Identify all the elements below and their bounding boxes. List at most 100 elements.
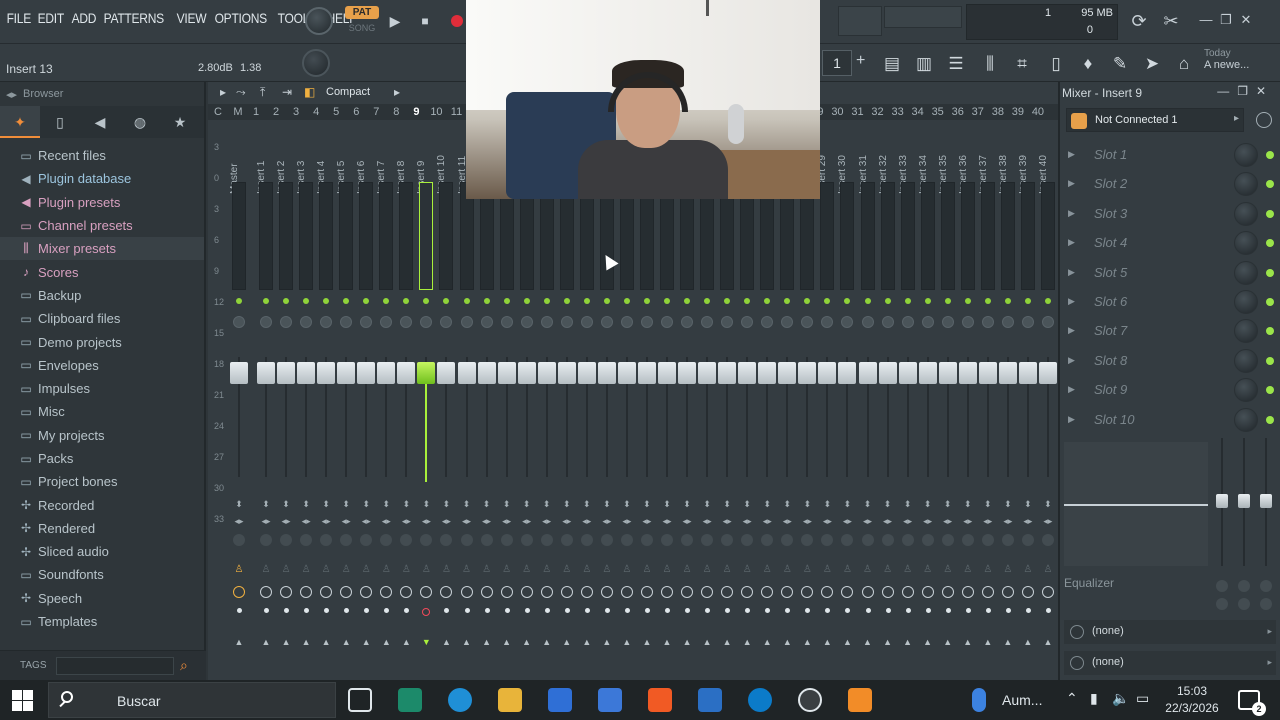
input-mic-icon[interactable]: ♙ bbox=[601, 564, 613, 578]
search-icon[interactable]: ⌕ bbox=[180, 657, 188, 674]
stereo-separation-icon[interactable]: ⬍ bbox=[781, 500, 793, 509]
playlist-icon[interactable]: ▤ bbox=[878, 50, 906, 78]
stereo-knob[interactable] bbox=[420, 534, 433, 546]
record-arm-dot[interactable] bbox=[284, 608, 290, 613]
input-mic-icon[interactable]: ♙ bbox=[1002, 564, 1014, 578]
stereo-knob[interactable] bbox=[540, 534, 553, 546]
stereo-knob[interactable] bbox=[560, 534, 573, 546]
latency-icon[interactable] bbox=[640, 586, 653, 598]
input-mic-icon[interactable]: ♙ bbox=[962, 564, 974, 578]
file-icon[interactable]: ▯ bbox=[1042, 50, 1070, 78]
pan-knob[interactable] bbox=[801, 316, 814, 328]
phase-icon[interactable]: ◂▸ bbox=[620, 516, 634, 526]
route-arrow-icon[interactable]: ▲ bbox=[502, 638, 512, 647]
track-enable-led[interactable] bbox=[363, 298, 370, 304]
route-arrow-icon[interactable]: ▲ bbox=[602, 638, 612, 647]
slot-enable-led[interactable] bbox=[1266, 386, 1274, 395]
track-enable-led[interactable] bbox=[1004, 298, 1011, 304]
pan-knob[interactable] bbox=[1001, 316, 1014, 328]
volume-fader[interactable] bbox=[718, 362, 737, 384]
phase-icon[interactable]: ◂▸ bbox=[279, 516, 293, 526]
effect-slot[interactable]: ▶ Slot 7 bbox=[1060, 316, 1280, 345]
effect-slot[interactable]: ▶ Slot 4 bbox=[1060, 228, 1280, 257]
volume-fader[interactable] bbox=[357, 362, 376, 384]
record-arm-dot[interactable] bbox=[1025, 608, 1031, 613]
effect-slot[interactable]: ▶ Slot 5 bbox=[1060, 258, 1280, 287]
track-enable-led[interactable] bbox=[283, 298, 290, 304]
route-arrow-icon[interactable]: ▲ bbox=[341, 638, 351, 647]
latency-icon[interactable] bbox=[480, 586, 493, 598]
route-arrow-icon[interactable]: ▲ bbox=[381, 638, 391, 647]
volume-fader[interactable] bbox=[637, 362, 656, 384]
record-arm-dot[interactable] bbox=[324, 608, 330, 613]
record-arm-dot[interactable] bbox=[584, 608, 590, 613]
track-enable-led[interactable] bbox=[1044, 298, 1051, 304]
route-arrow-icon[interactable]: ▲ bbox=[863, 638, 873, 647]
volume-fader[interactable] bbox=[277, 362, 296, 384]
record-arm-dot[interactable] bbox=[544, 608, 550, 613]
volume-fader[interactable] bbox=[397, 362, 416, 384]
route-arrow-icon[interactable]: ▲ bbox=[722, 638, 732, 647]
browser-item[interactable]: ◀ Plugin database bbox=[0, 167, 204, 190]
stereo-separation-icon[interactable]: ⬍ bbox=[1022, 500, 1034, 509]
track-enable-led[interactable] bbox=[984, 298, 991, 304]
route-arrow-icon[interactable]: ▲ bbox=[281, 638, 291, 647]
browser-item[interactable]: ▭ Impulses bbox=[0, 377, 204, 400]
latency-icon[interactable] bbox=[981, 586, 994, 598]
stereo-knob[interactable] bbox=[340, 534, 353, 546]
latency-icon[interactable] bbox=[420, 586, 433, 598]
effect-slot[interactable]: ▶ Slot 9 bbox=[1060, 375, 1280, 404]
play-button[interactable]: ▶ bbox=[384, 10, 406, 32]
latency-icon[interactable] bbox=[861, 586, 874, 598]
record-arm-dot[interactable] bbox=[825, 608, 831, 613]
pan-knob[interactable] bbox=[1041, 316, 1054, 328]
eq-fader-mid[interactable] bbox=[1238, 438, 1250, 566]
latency-icon[interactable] bbox=[300, 586, 313, 598]
track-number[interactable]: 1 bbox=[246, 106, 266, 118]
piano-roll-icon[interactable]: ▥ bbox=[910, 50, 938, 78]
route-arrow-icon[interactable]: ▲ bbox=[482, 638, 492, 647]
stereo-separation-icon[interactable]: ⬍ bbox=[300, 500, 312, 509]
stereo-separation-icon[interactable]: ⬍ bbox=[681, 500, 693, 509]
latency-icon[interactable] bbox=[881, 586, 894, 598]
phase-icon[interactable]: ◂▸ bbox=[540, 516, 554, 526]
phase-icon[interactable]: ◂▸ bbox=[1001, 516, 1015, 526]
phase-icon[interactable]: ◂▸ bbox=[460, 516, 474, 526]
minimize-icon[interactable]: — bbox=[1198, 12, 1214, 28]
volume-fader[interactable] bbox=[417, 362, 436, 384]
volume-fader[interactable] bbox=[437, 362, 456, 384]
track-enable-led[interactable] bbox=[303, 298, 310, 304]
route-arrow-icon[interactable]: ▲ bbox=[1023, 638, 1033, 647]
record-arm-dot[interactable] bbox=[624, 608, 630, 613]
stereo-separation-icon[interactable]: ⬍ bbox=[821, 500, 833, 509]
stereo-separation-icon[interactable]: ⬍ bbox=[862, 500, 874, 509]
effect-slot[interactable]: ▶ Slot 2 bbox=[1060, 169, 1280, 198]
stereo-separation-icon[interactable]: ⬍ bbox=[841, 500, 853, 509]
phase-icon[interactable]: ◂▸ bbox=[861, 516, 875, 526]
mixer-view-icon[interactable]: ◧ bbox=[304, 85, 315, 99]
route-arrow-icon[interactable]: ▲ bbox=[261, 638, 271, 647]
input-mic-icon[interactable]: ♙ bbox=[681, 564, 693, 578]
stereo-separation-icon[interactable]: ⬍ bbox=[280, 500, 292, 509]
latency-icon[interactable] bbox=[721, 586, 734, 598]
track-enable-led[interactable] bbox=[463, 298, 470, 304]
browser-item[interactable]: ▭ Soundfonts bbox=[0, 563, 204, 586]
browser-item[interactable]: ⫼ Mixer presets bbox=[0, 237, 204, 261]
phase-icon[interactable]: ◂▸ bbox=[700, 516, 714, 526]
capcut-icon[interactable] bbox=[398, 688, 422, 712]
volume-fader[interactable] bbox=[477, 362, 496, 384]
record-arm-dot[interactable] bbox=[464, 608, 470, 613]
stereo-knob[interactable] bbox=[1041, 534, 1054, 546]
track-number[interactable]: 30 bbox=[827, 106, 847, 118]
slot-mix-knob[interactable] bbox=[1234, 231, 1258, 256]
stereo-separation-icon[interactable]: ⬍ bbox=[260, 500, 272, 509]
stereo-knob[interactable] bbox=[941, 534, 954, 546]
record-arm-dot[interactable] bbox=[685, 608, 691, 613]
track-number[interactable]: 9 bbox=[406, 106, 426, 118]
master-volume-knob[interactable] bbox=[305, 7, 333, 35]
phase-icon[interactable]: ◂▸ bbox=[780, 516, 794, 526]
pan-knob[interactable] bbox=[580, 316, 593, 328]
track-enable-led[interactable] bbox=[864, 298, 871, 304]
route-arrow-icon[interactable]: ▲ bbox=[963, 638, 973, 647]
input-mic-icon[interactable]: ♙ bbox=[761, 564, 773, 578]
